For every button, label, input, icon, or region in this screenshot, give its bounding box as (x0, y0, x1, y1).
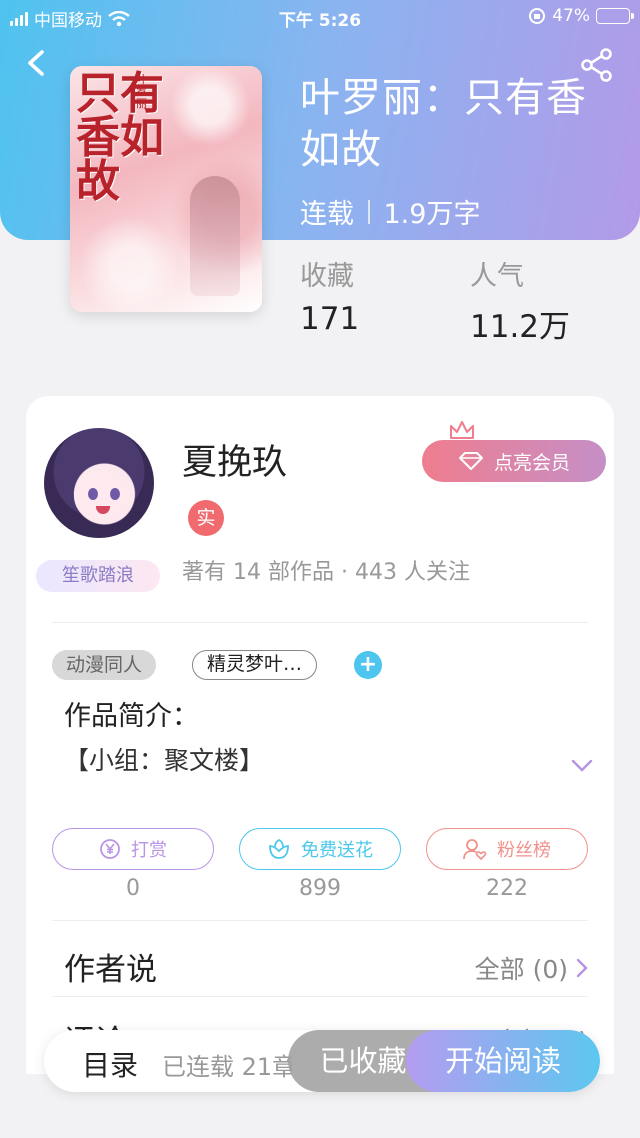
diamond-icon (458, 452, 483, 470)
battery-icon (596, 8, 634, 24)
author-says-title: 作者说 (64, 952, 157, 988)
author-title-badge: 笙歌踏浪 (36, 560, 160, 592)
divider (52, 996, 588, 997)
table-of-contents-button[interactable]: 目录 (82, 1044, 138, 1084)
meta-divider (368, 199, 370, 224)
stat-label: 收藏 (300, 261, 354, 292)
crown-icon (450, 421, 474, 439)
vip-membership-button[interactable]: 点亮会员 (422, 440, 606, 482)
add-tag-button[interactable]: + (354, 651, 382, 679)
cover-author: 叶罗丽 (136, 73, 147, 110)
avatar-eye (110, 488, 120, 500)
fan-ranking-label: 粉丝榜 (497, 840, 551, 861)
vip-button-label: 点亮会员 (493, 451, 570, 474)
battery-percent: 47% (552, 6, 590, 26)
author-name[interactable]: 夏挽玖 (182, 434, 287, 485)
intro-title: 作品简介： (64, 701, 199, 732)
yen-icon (100, 839, 120, 859)
send-flower-button[interactable]: 免费送花 (239, 828, 401, 870)
flower-count: 899 (299, 876, 341, 901)
bottom-action-bar: 目录 已连载 21章 已收藏 开始阅读 (44, 1030, 600, 1092)
stat-popularity: 人气 11.2万 (470, 254, 570, 346)
avatar-face (74, 470, 130, 522)
book-title: 叶罗丽：只有香如故 (300, 75, 587, 173)
fan-ranking-button[interactable]: 粉丝榜 (426, 828, 588, 870)
stat-favorites: 收藏 171 (300, 254, 359, 337)
chevron-down-icon[interactable] (570, 758, 594, 774)
stat-value: 171 (300, 301, 360, 337)
cover-art-figure (190, 176, 240, 296)
divider (52, 622, 588, 623)
user-heart-icon (463, 839, 487, 860)
tag-series[interactable]: 精灵梦叶… (192, 650, 318, 680)
cover-title: 只有香如故 (76, 68, 164, 207)
tag-category[interactable]: 动漫同人 (52, 650, 157, 680)
serial-progress-label: 已连载 21章 (162, 1053, 292, 1081)
book-detail-card: 笙歌踏浪 夏挽玖 点亮会员 实 著有 14 部作品 · 443 人关注 动漫同人… (26, 396, 614, 1138)
book-cover[interactable]: 只有香如故 叶罗丽 (70, 66, 262, 312)
orientation-lock-icon (529, 8, 546, 24)
avatar-eye (88, 488, 98, 500)
book-meta: 连载 1.9万字 (300, 192, 480, 231)
intro-text: 【小组：聚文楼】 (64, 746, 265, 775)
tip-count: 0 (126, 876, 140, 901)
fan-count: 222 (486, 876, 528, 901)
verified-badge: 实 (188, 500, 224, 536)
status-bar: 中国移动 下午 5:26 47% (0, 0, 640, 34)
chevron-right-icon (576, 958, 588, 978)
book-status: 连载 (300, 199, 354, 230)
divider (52, 920, 588, 921)
send-flower-label: 免费送花 (301, 840, 373, 861)
author-says-all-link[interactable]: 全部 (0) (475, 950, 588, 986)
author-says-all-label: 全部 (0) (474, 955, 568, 984)
back-button[interactable] (20, 46, 54, 80)
stat-value: 11.2万 (470, 309, 571, 345)
flower-icon (269, 838, 289, 859)
stat-label: 人气 (470, 261, 524, 292)
tip-button-label: 打赏 (131, 840, 167, 861)
tip-button[interactable]: 打赏 (52, 828, 214, 870)
book-word-count: 1.9万字 (383, 199, 481, 230)
author-summary: 著有 14 部作品 · 443 人关注 (182, 560, 470, 585)
author-avatar[interactable] (44, 428, 154, 538)
start-reading-button[interactable]: 开始阅读 (406, 1030, 600, 1092)
